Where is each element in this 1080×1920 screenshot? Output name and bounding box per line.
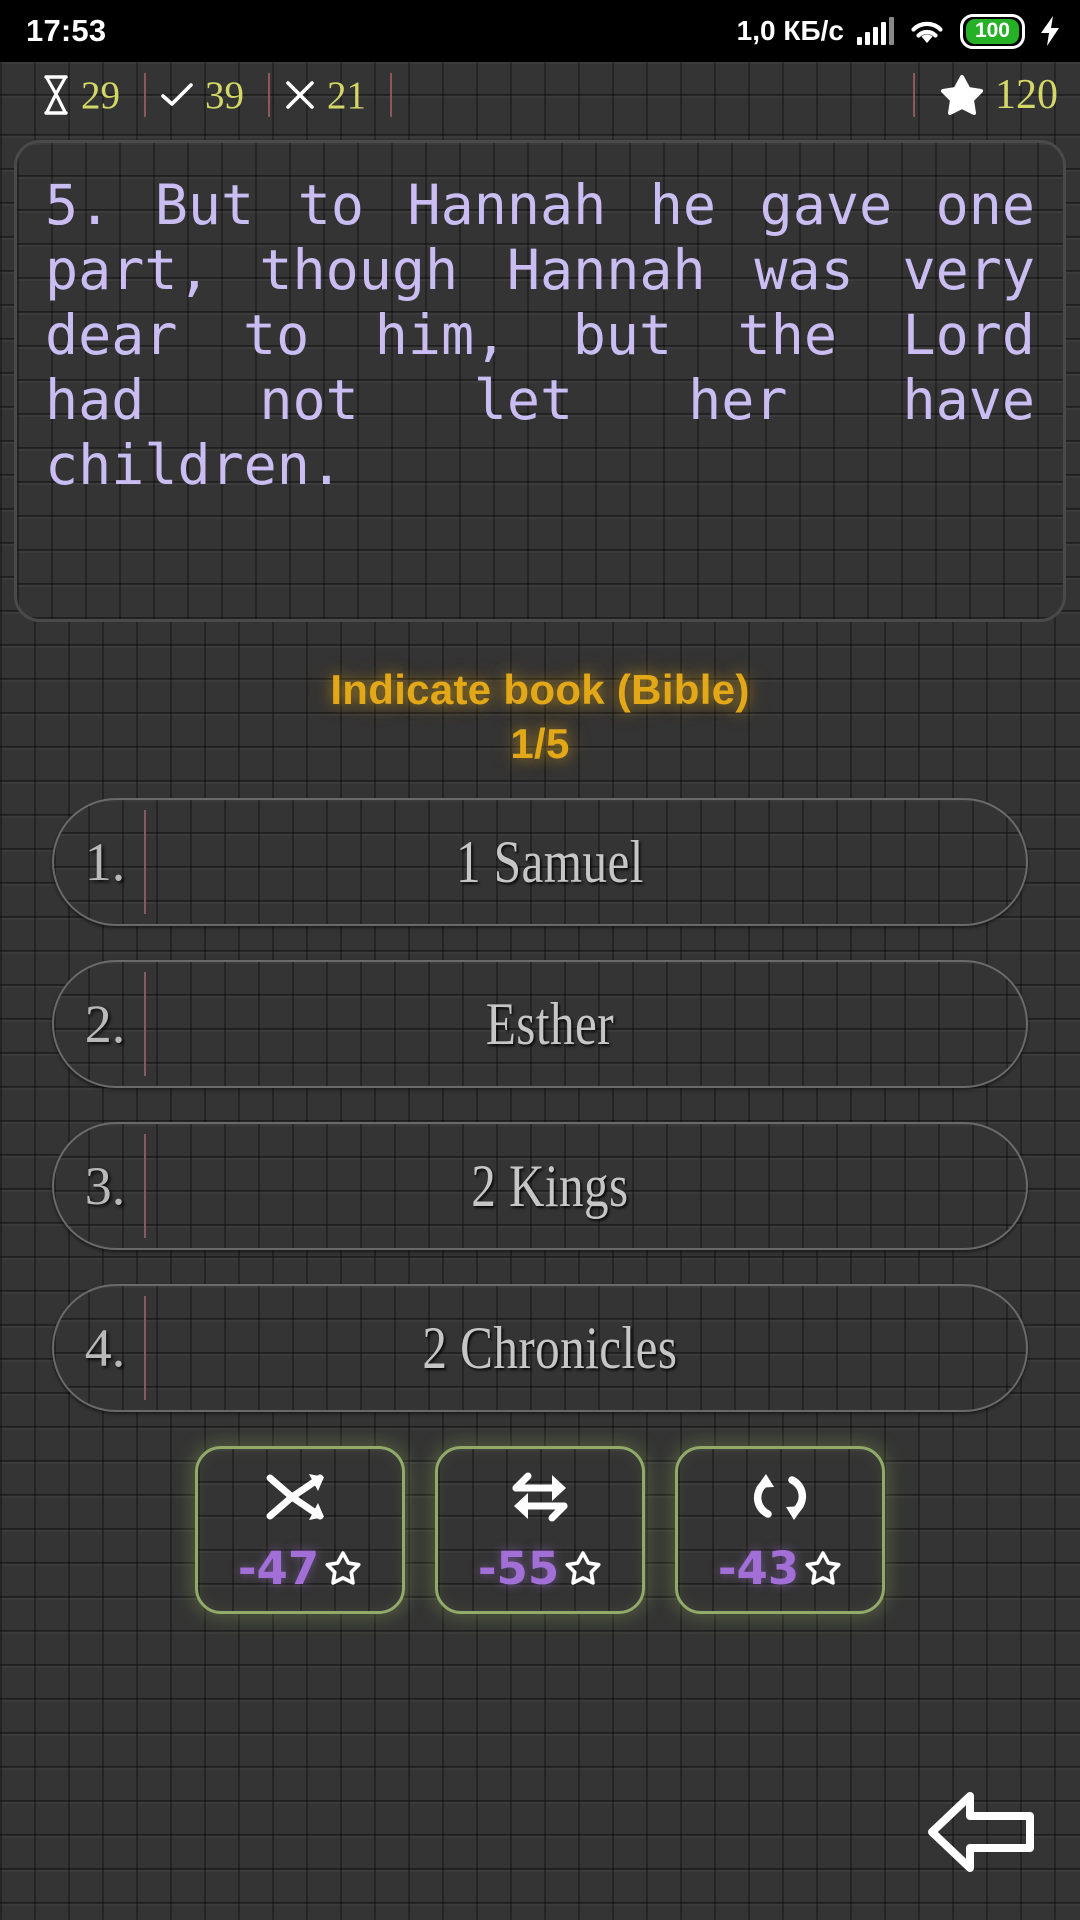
answer-number: 3. [84,1156,126,1216]
answer-number: 2. [84,994,126,1054]
status-bar: 17:53 1,0 КБ/с 100 [0,0,1080,62]
network-speed-label: 1,0 КБ/с [736,15,844,46]
powerup-cost: -47 [238,1542,362,1595]
header-divider [144,73,146,117]
answer-separator [144,810,146,914]
hourglass-icon [44,75,68,115]
star-icon [805,1551,841,1585]
status-time: 17:53 [26,13,107,48]
prompt-counter: 1/5 [510,720,570,767]
refresh-icon [753,1473,807,1520]
powerup-bar: -47 -55 -43 [0,1446,1080,1614]
cross-icon [286,81,314,109]
powerup-cost-value: -55 [477,1541,560,1595]
answer-option-2[interactable]: 2. Esther [52,960,1028,1088]
powerup-refresh[interactable]: -43 [675,1446,885,1614]
timer-value: 29 [81,73,120,117]
question-card: 5. But to Hannah he gave one part, thoug… [14,140,1066,622]
wifi-icon [911,21,943,43]
answer-list: 1. 1 Samuel 2. Esther 3. 2 Kings 4. 2 Ch… [52,798,1028,1412]
powerup-cost: -55 [478,1542,602,1595]
header-divider [268,73,270,117]
wrong-stat: 21 [270,73,390,118]
answer-option-4[interactable]: 4. 2 Chronicles [52,1284,1028,1412]
answer-label: 2 Kings [471,1152,629,1219]
check-icon [161,83,193,106]
app-root: 17:53 1,0 КБ/с 100 29 39 21 120 5. But t… [0,0,1080,1920]
correct-value: 39 [205,73,244,117]
powerup-cost-value: -47 [237,1541,320,1595]
charging-bolt-icon [1041,16,1059,46]
answer-option-3[interactable]: 3. 2 Kings [52,1122,1028,1250]
status-bar-icons: 1,0 КБ/с 100 [736,13,1062,49]
answer-label: Esther [485,990,614,1057]
powerup-cost: -43 [718,1542,842,1595]
powerup-swap[interactable]: -55 [435,1446,645,1614]
score-stat: 120 [915,71,1058,119]
back-arrow-icon [928,1792,1034,1872]
wrong-value: 21 [327,73,366,117]
battery-level-label: 100 [974,19,1010,42]
swap-icon [512,1472,568,1521]
correct-stat: 39 [146,73,268,118]
score-value: 120 [995,72,1058,118]
answer-number: 1. [84,832,126,892]
signal-bars-icon [856,17,894,45]
prompt-area: Indicate book (Bible) 1/5 [0,666,1080,768]
game-header: 29 39 21 120 [0,62,1080,128]
star-icon [941,75,983,115]
answer-separator [144,1134,146,1238]
answer-label: 1 Samuel [456,828,644,895]
question-text: 5. But to Hannah he gave one part, thoug… [45,173,1035,497]
timer-stat: 29 [22,73,144,118]
powerup-shuffle[interactable]: -47 [195,1446,405,1614]
answer-option-1[interactable]: 1. 1 Samuel [52,798,1028,926]
back-button[interactable] [924,1786,1042,1878]
star-icon [565,1551,601,1585]
battery-icon: 100 [959,13,1025,49]
answer-label: 2 Chronicles [422,1314,678,1381]
prompt-title: Indicate book (Bible) [330,666,750,713]
answer-separator [144,1296,146,1400]
shuffle-icon [266,1473,324,1520]
star-icon [325,1551,361,1585]
header-divider [390,73,392,117]
answer-separator [144,972,146,1076]
header-stats: 29 39 21 [22,73,392,118]
powerup-cost-value: -43 [717,1541,800,1595]
answer-number: 4. [84,1318,126,1378]
